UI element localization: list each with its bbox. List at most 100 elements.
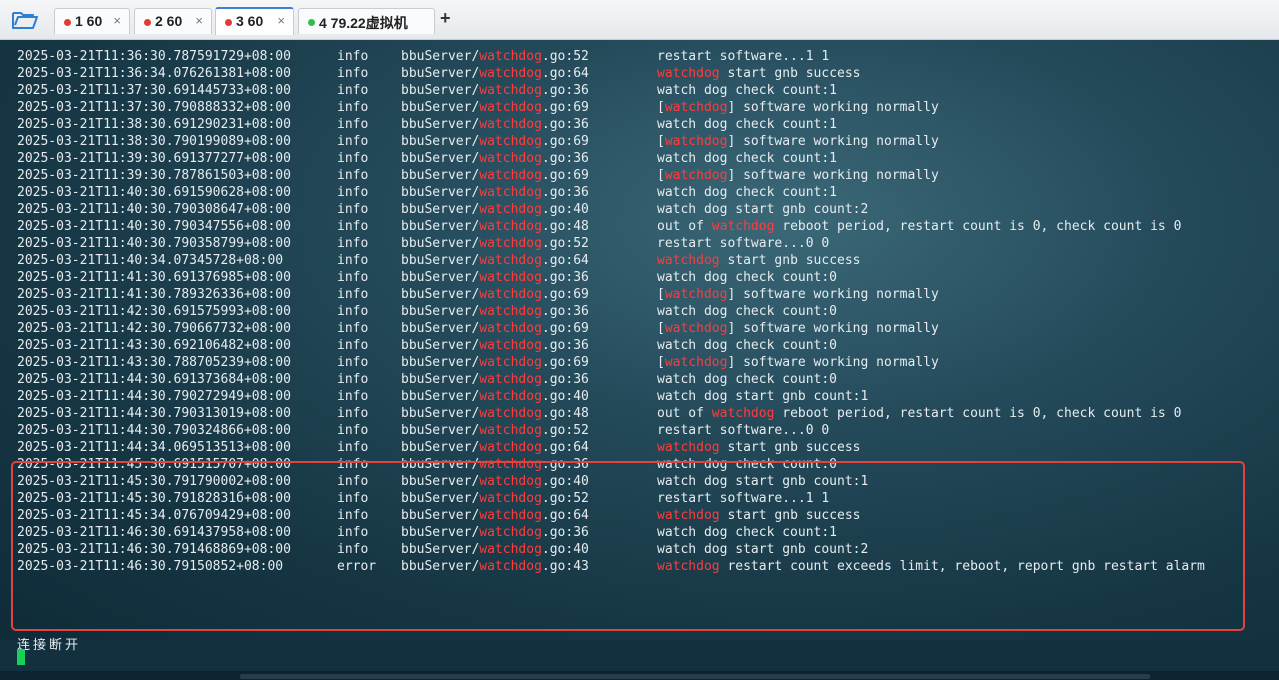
status-dot: [64, 19, 71, 26]
tab-4[interactable]: 4 79.22虚拟机: [298, 8, 435, 34]
log-timestamp: 2025-03-21T11:40:30.790358799+08:00: [17, 236, 291, 251]
log-message: watch dog check count:0: [657, 269, 837, 286]
log-message-highlight: watchdog: [664, 134, 728, 149]
log-timestamp: 2025-03-21T11:40:30.691590628+08:00: [17, 185, 291, 200]
log-message: restart software...0 0: [657, 422, 829, 439]
log-source-highlight: watchdog: [479, 100, 542, 115]
tab-2[interactable]: 2 60 ×: [134, 8, 212, 34]
log-message-pre: [: [657, 355, 665, 370]
log-source-highlight: watchdog: [479, 168, 542, 183]
log-timestamp: 2025-03-21T11:36:34.076261381+08:00: [17, 66, 291, 81]
log-message-pre: watch dog check count:0: [657, 372, 838, 387]
log-source: bbuServer/watchdog.go:36: [401, 82, 589, 99]
log-source-path: bbuServer/: [401, 168, 480, 183]
log-source: bbuServer/watchdog.go:52: [401, 422, 589, 439]
log-source-line: .go:40: [541, 389, 589, 404]
log-message: [watchdog] software working normally: [657, 133, 939, 150]
log-message: watch dog check count:1: [657, 116, 837, 133]
log-message: out of watchdog reboot period, restart c…: [657, 218, 1181, 235]
log-source-highlight: watchdog: [479, 236, 542, 251]
log-source-highlight: watchdog: [479, 219, 542, 234]
log-message-highlight: watchdog: [711, 219, 775, 234]
terminal-cursor: [17, 649, 25, 665]
log-level: info: [337, 321, 369, 336]
log-timestamp: 2025-03-21T11:36:30.787591729+08:00: [17, 49, 291, 64]
log-message-post: ] software working normally: [727, 100, 939, 115]
log-source-line: .go:36: [541, 151, 589, 166]
terminal-area[interactable]: 2025-03-21T11:36:30.787591729+08:00 info b…: [0, 40, 1279, 680]
log-source-path: bbuServer/: [401, 117, 480, 132]
log-message-pre: watch dog check count:0: [657, 270, 838, 285]
log-source-path: bbuServer/: [401, 372, 480, 387]
log-level: info: [337, 440, 369, 455]
log-message-highlight: watchdog: [711, 406, 775, 421]
log-source-line: .go:48: [541, 219, 589, 234]
log-source: bbuServer/watchdog.go:64: [401, 65, 589, 82]
log-message-pre: watch dog check count:0: [657, 304, 838, 319]
log-message-pre: out of: [657, 219, 712, 234]
log-message-pre: [: [657, 287, 665, 302]
log-timestamp: 2025-03-21T11:41:30.789326336+08:00: [17, 287, 291, 302]
log-source-path: bbuServer/: [401, 66, 480, 81]
log-level: info: [337, 287, 369, 302]
status-dot: [308, 19, 315, 26]
log-source-line: .go:52: [541, 236, 589, 251]
log-level: info: [337, 389, 369, 404]
log-message-pre: restart software...0 0: [657, 236, 830, 251]
log-source-path: bbuServer/: [401, 321, 480, 336]
log-message-post: ] software working normally: [727, 168, 939, 183]
log-source-highlight: watchdog: [479, 304, 542, 319]
log-level: info: [337, 423, 369, 438]
log-source-highlight: watchdog: [479, 117, 542, 132]
log-message-highlight: watchdog: [657, 253, 720, 268]
log-message-post: ] software working normally: [727, 134, 939, 149]
log-source-line: .go:64: [541, 440, 589, 455]
tab-3[interactable]: 3 60 ×: [215, 7, 294, 35]
close-icon[interactable]: ×: [113, 13, 121, 28]
log-source: bbuServer/watchdog.go:69: [401, 320, 589, 337]
close-icon[interactable]: ×: [277, 13, 285, 28]
scrollbar-thumb[interactable]: [240, 674, 1150, 679]
log-level: info: [337, 83, 369, 98]
log-level: info: [337, 117, 369, 132]
log-source-path: bbuServer/: [401, 440, 480, 455]
log-message: [watchdog] software working normally: [657, 286, 939, 303]
log-timestamp: 2025-03-21T11:42:30.691575993+08:00: [17, 304, 291, 319]
log-level: info: [337, 270, 369, 285]
log-source-path: bbuServer/: [401, 253, 480, 268]
log-source-highlight: watchdog: [479, 83, 542, 98]
log-message: watch dog start gnb count:2: [657, 201, 868, 218]
log-message-post: ] software working normally: [727, 355, 939, 370]
log-source-path: bbuServer/: [401, 355, 480, 370]
log-source-line: .go:36: [541, 270, 589, 285]
log-source-highlight: watchdog: [479, 338, 542, 353]
log-source-highlight: watchdog: [479, 406, 542, 421]
log-source-highlight: watchdog: [479, 355, 542, 370]
close-icon[interactable]: ×: [195, 13, 203, 28]
log-source-line: .go:69: [541, 134, 589, 149]
log-source-highlight: watchdog: [479, 134, 542, 149]
log-message-highlight: watchdog: [664, 168, 728, 183]
log-message-highlight: watchdog: [664, 355, 728, 370]
new-tab-button[interactable]: +: [440, 8, 451, 29]
log-source: bbuServer/watchdog.go:36: [401, 303, 589, 320]
log-source-line: .go:64: [541, 253, 589, 268]
log-source: bbuServer/watchdog.go:69: [401, 354, 589, 371]
log-message: [watchdog] software working normally: [657, 354, 939, 371]
log-message-pre: [: [657, 321, 665, 336]
log-source-path: bbuServer/: [401, 219, 480, 234]
log-source-highlight: watchdog: [479, 49, 542, 64]
log-message-pre: watch dog start gnb count:2: [657, 202, 869, 217]
log-level: info: [337, 253, 369, 268]
log-source: bbuServer/watchdog.go:48: [401, 218, 589, 235]
log-level: info: [337, 202, 369, 217]
log-timestamp: 2025-03-21T11:40:30.790308647+08:00: [17, 202, 291, 217]
tab-1[interactable]: 1 60 ×: [54, 8, 130, 34]
log-source-line: .go:52: [541, 423, 589, 438]
folder-open-icon[interactable]: [12, 9, 38, 31]
log-timestamp: 2025-03-21T11:44:30.790272949+08:00: [17, 389, 291, 404]
log-source-line: .go:69: [541, 168, 589, 183]
log-message-highlight: watchdog: [657, 66, 720, 81]
log-level: info: [337, 406, 369, 421]
log-source: bbuServer/watchdog.go:40: [401, 201, 589, 218]
